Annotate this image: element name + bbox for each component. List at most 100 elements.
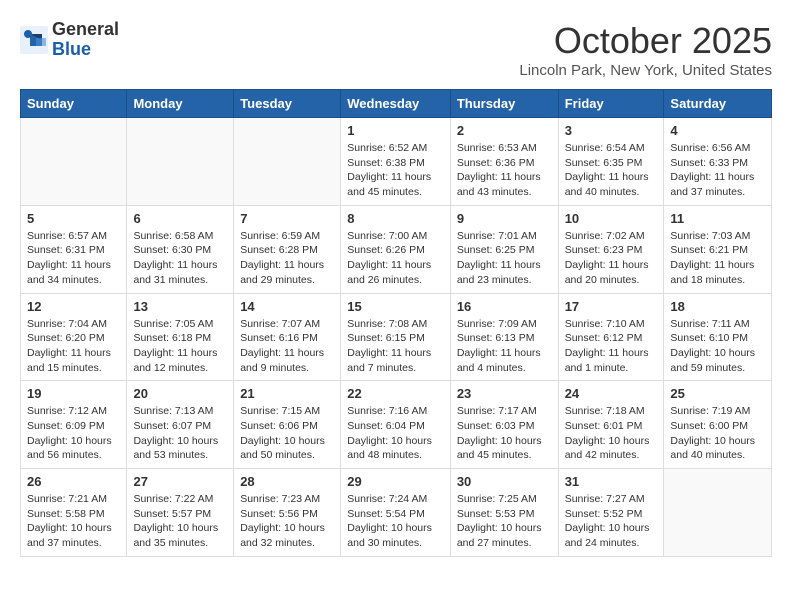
calendar-table: SundayMondayTuesdayWednesdayThursdayFrid… — [20, 89, 772, 557]
calendar-cell: 1 Sunrise: 6:52 AM Sunset: 6:38 PM Daylig… — [341, 118, 451, 206]
day-number: 26 — [27, 474, 120, 489]
logo: General Blue — [20, 20, 119, 60]
col-header-thursday: Thursday — [450, 90, 558, 118]
calendar-cell: 7Sunrise: 6:59 AM Sunset: 6:28 PM Daylig… — [234, 205, 341, 293]
day-content: Sunrise: 7:05 AM Sunset: 6:18 PM Dayligh… — [133, 317, 227, 376]
calendar-cell: 20 Sunrise: 7:13 AM Sunset: 6:07 PM Dayli… — [127, 381, 234, 469]
day-content: Sunrise: 7:00 AM Sunset: 6:26 PM Dayligh… — [347, 229, 444, 288]
calendar-cell: 21 Sunrise: 7:15 AM Sunset: 6:06 PM Dayli… — [234, 381, 341, 469]
col-header-monday: Monday — [127, 90, 234, 118]
day-content: Sunrise: 7:08 AM Sunset: 6:15 PM Dayligh… — [347, 317, 444, 376]
day-number: 9 — [457, 211, 552, 226]
day-content: Sunrise: 7:16 AM Sunset: 6:04 PM Dayligh… — [347, 404, 444, 463]
day-number: 20 — [133, 386, 227, 401]
day-number: 21 — [240, 386, 334, 401]
calendar-cell: 24 Sunrise: 7:18 AM Sunset: 6:01 PM Dayli… — [558, 381, 664, 469]
day-number: 14 — [240, 299, 334, 314]
calendar-cell: 19Sunrise: 7:12 AM Sunset: 6:09 PM Dayli… — [21, 381, 127, 469]
day-number: 2 — [457, 123, 552, 138]
calendar-cell: 23 Sunrise: 7:17 AM Sunset: 6:03 PM Dayli… — [450, 381, 558, 469]
calendar-week-row: 5 Sunrise: 6:57 AM Sunset: 6:31 PM Daylig… — [21, 205, 772, 293]
day-content: Sunrise: 7:02 AM Sunset: 6:23 PM Dayligh… — [565, 229, 658, 288]
calendar-week-row: 12 Sunrise: 7:04 AM Sunset: 6:20 PM Dayli… — [21, 293, 772, 381]
logo-icon — [20, 26, 48, 54]
calendar-week-row: 19Sunrise: 7:12 AM Sunset: 6:09 PM Dayli… — [21, 381, 772, 469]
calendar-cell: 5 Sunrise: 6:57 AM Sunset: 6:31 PM Daylig… — [21, 205, 127, 293]
logo-blue-label: Blue — [52, 40, 119, 60]
calendar-cell: 16 Sunrise: 7:09 AM Sunset: 6:13 PM Dayli… — [450, 293, 558, 381]
day-content: Sunrise: 6:58 AM Sunset: 6:30 PM Dayligh… — [133, 229, 227, 288]
day-number: 24 — [565, 386, 658, 401]
calendar-header-row: SundayMondayTuesdayWednesdayThursdayFrid… — [21, 90, 772, 118]
day-content: Sunrise: 7:11 AM Sunset: 6:10 PM Dayligh… — [670, 317, 765, 376]
day-content: Sunrise: 6:57 AM Sunset: 6:31 PM Dayligh… — [27, 229, 120, 288]
calendar-cell: 8 Sunrise: 7:00 AM Sunset: 6:26 PM Daylig… — [341, 205, 451, 293]
day-content: Sunrise: 7:07 AM Sunset: 6:16 PM Dayligh… — [240, 317, 334, 376]
day-number: 12 — [27, 299, 120, 314]
day-content: Sunrise: 7:03 AM Sunset: 6:21 PM Dayligh… — [670, 229, 765, 288]
calendar-cell: 11 Sunrise: 7:03 AM Sunset: 6:21 PM Dayli… — [664, 205, 772, 293]
col-header-sunday: Sunday — [21, 90, 127, 118]
day-number: 6 — [133, 211, 227, 226]
day-content: Sunrise: 7:09 AM Sunset: 6:13 PM Dayligh… — [457, 317, 552, 376]
day-number: 1 — [347, 123, 444, 138]
calendar-cell: 17Sunrise: 7:10 AM Sunset: 6:12 PM Dayli… — [558, 293, 664, 381]
day-content: Sunrise: 7:13 AM Sunset: 6:07 PM Dayligh… — [133, 404, 227, 463]
day-number: 4 — [670, 123, 765, 138]
calendar-cell: 13 Sunrise: 7:05 AM Sunset: 6:18 PM Dayli… — [127, 293, 234, 381]
calendar-cell: 22Sunrise: 7:16 AM Sunset: 6:04 PM Dayli… — [341, 381, 451, 469]
day-number: 23 — [457, 386, 552, 401]
day-content: Sunrise: 7:18 AM Sunset: 6:01 PM Dayligh… — [565, 404, 658, 463]
page-header: General Blue October 2025 Lincoln Park, … — [20, 20, 772, 79]
day-number: 16 — [457, 299, 552, 314]
logo-text: General Blue — [52, 20, 119, 60]
calendar-cell: 9 Sunrise: 7:01 AM Sunset: 6:25 PM Daylig… — [450, 205, 558, 293]
day-content: Sunrise: 7:15 AM Sunset: 6:06 PM Dayligh… — [240, 404, 334, 463]
calendar-cell — [21, 118, 127, 206]
day-number: 8 — [347, 211, 444, 226]
day-content: Sunrise: 6:54 AM Sunset: 6:35 PM Dayligh… — [565, 141, 658, 200]
calendar-cell: 25 Sunrise: 7:19 AM Sunset: 6:00 PM Dayli… — [664, 381, 772, 469]
calendar-cell: 3 Sunrise: 6:54 AM Sunset: 6:35 PM Daylig… — [558, 118, 664, 206]
col-header-saturday: Saturday — [664, 90, 772, 118]
calendar-cell: 31Sunrise: 7:27 AM Sunset: 5:52 PM Dayli… — [558, 469, 664, 557]
day-number: 29 — [347, 474, 444, 489]
calendar-cell: 30 Sunrise: 7:25 AM Sunset: 5:53 PM Dayli… — [450, 469, 558, 557]
col-header-tuesday: Tuesday — [234, 90, 341, 118]
day-number: 3 — [565, 123, 658, 138]
day-content: Sunrise: 6:53 AM Sunset: 6:36 PM Dayligh… — [457, 141, 552, 200]
day-number: 5 — [27, 211, 120, 226]
day-content: Sunrise: 6:52 AM Sunset: 6:38 PM Dayligh… — [347, 141, 444, 200]
day-number: 17 — [565, 299, 658, 314]
day-content: Sunrise: 6:56 AM Sunset: 6:33 PM Dayligh… — [670, 141, 765, 200]
day-number: 18 — [670, 299, 765, 314]
calendar-cell — [664, 469, 772, 557]
calendar-cell: 6 Sunrise: 6:58 AM Sunset: 6:30 PM Daylig… — [127, 205, 234, 293]
day-content: Sunrise: 7:12 AM Sunset: 6:09 PM Dayligh… — [27, 404, 120, 463]
month-title: October 2025 — [519, 20, 772, 62]
day-number: 25 — [670, 386, 765, 401]
calendar-cell: 10Sunrise: 7:02 AM Sunset: 6:23 PM Dayli… — [558, 205, 664, 293]
calendar-cell: 4 Sunrise: 6:56 AM Sunset: 6:33 PM Daylig… — [664, 118, 772, 206]
day-content: Sunrise: 7:19 AM Sunset: 6:00 PM Dayligh… — [670, 404, 765, 463]
calendar-cell: 28 Sunrise: 7:23 AM Sunset: 5:56 PM Dayli… — [234, 469, 341, 557]
day-content: Sunrise: 7:17 AM Sunset: 6:03 PM Dayligh… — [457, 404, 552, 463]
day-number: 31 — [565, 474, 658, 489]
logo-general-label: General — [52, 20, 119, 40]
title-block: October 2025 Lincoln Park, New York, Uni… — [519, 20, 772, 79]
day-number: 11 — [670, 211, 765, 226]
day-content: Sunrise: 7:22 AM Sunset: 5:57 PM Dayligh… — [133, 492, 227, 551]
day-number: 27 — [133, 474, 227, 489]
day-number: 30 — [457, 474, 552, 489]
col-header-friday: Friday — [558, 90, 664, 118]
day-number: 28 — [240, 474, 334, 489]
day-content: Sunrise: 7:04 AM Sunset: 6:20 PM Dayligh… — [27, 317, 120, 376]
day-content: Sunrise: 7:23 AM Sunset: 5:56 PM Dayligh… — [240, 492, 334, 551]
day-number: 15 — [347, 299, 444, 314]
calendar-week-row: 1 Sunrise: 6:52 AM Sunset: 6:38 PM Daylig… — [21, 118, 772, 206]
col-header-wednesday: Wednesday — [341, 90, 451, 118]
day-content: Sunrise: 7:25 AM Sunset: 5:53 PM Dayligh… — [457, 492, 552, 551]
day-number: 13 — [133, 299, 227, 314]
day-content: Sunrise: 7:01 AM Sunset: 6:25 PM Dayligh… — [457, 229, 552, 288]
location-label: Lincoln Park, New York, United States — [519, 62, 772, 79]
